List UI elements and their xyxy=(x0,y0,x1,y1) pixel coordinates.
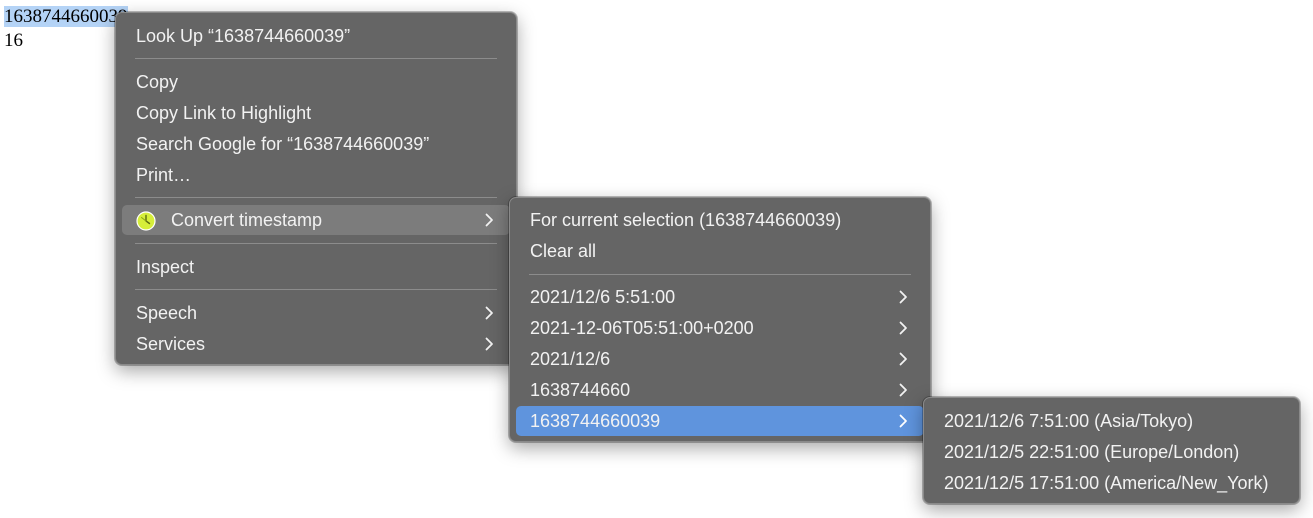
menu-item-label: Search Google for “1638744660039” xyxy=(136,134,430,154)
menu-item-timezone-new-york[interactable]: 2021/12/5 17:51:00 (America/New_York) xyxy=(930,468,1293,498)
menu-item-label: Clear all xyxy=(530,241,597,261)
menu-item-timezone-london[interactable]: 2021/12/5 22:51:00 (Europe/London) xyxy=(930,437,1293,467)
menu-separator xyxy=(135,197,497,198)
menu-item-format-local-datetime[interactable]: 2021/12/6 5:51:00 xyxy=(516,282,924,312)
chevron-right-icon xyxy=(898,406,910,436)
menu-item-format-unix-milliseconds[interactable]: 1638744660039 xyxy=(516,406,924,436)
menu-item-label: 1638744660039 xyxy=(530,411,661,431)
menu-item-copy-link-to-highlight[interactable]: Copy Link to Highlight xyxy=(122,98,510,128)
menu-item-copy[interactable]: Copy xyxy=(122,67,510,97)
menu-item-label: 2021-12-06T05:51:00+0200 xyxy=(530,318,754,338)
chevron-right-icon xyxy=(484,298,496,328)
page-text-line-2: 16 xyxy=(4,30,23,51)
menu-item-convert-timestamp[interactable]: Convert timestamp xyxy=(122,205,510,235)
menu-item-clear-all[interactable]: Clear all xyxy=(516,236,924,266)
menu-item-services[interactable]: Services xyxy=(122,329,510,359)
menu-item-label: 2021/12/6 xyxy=(530,349,611,369)
chevron-right-icon xyxy=(898,313,910,343)
menu-item-timezone-tokyo[interactable]: 2021/12/6 7:51:00 (Asia/Tokyo) xyxy=(930,406,1293,436)
menu-item-label: 2021/12/5 22:51:00 (Europe/London) xyxy=(944,442,1240,462)
convert-timestamp-submenu: For current selection (1638744660039) Cl… xyxy=(509,197,931,442)
page-text-line-1: 1638744660039 xyxy=(4,6,128,28)
chevron-right-icon xyxy=(898,344,910,374)
menu-item-format-date[interactable]: 2021/12/6 xyxy=(516,344,924,374)
context-menu: Look Up “1638744660039” Copy Copy Link t… xyxy=(115,12,517,365)
menu-separator xyxy=(135,58,497,59)
menu-item-search-google[interactable]: Search Google for “1638744660039” xyxy=(122,129,510,159)
menu-item-label: Copy Link to Highlight xyxy=(136,103,312,123)
menu-item-label: Copy xyxy=(136,72,179,92)
menu-separator xyxy=(135,289,497,290)
chevron-right-icon xyxy=(484,329,496,359)
chevron-right-icon xyxy=(898,375,910,405)
menu-item-label: For current selection (1638744660039) xyxy=(530,210,842,230)
menu-separator xyxy=(529,274,911,275)
menu-item-label: Look Up “1638744660039” xyxy=(136,26,351,46)
timezone-submenu: 2021/12/6 7:51:00 (Asia/Tokyo) 2021/12/5… xyxy=(923,397,1300,504)
selected-timestamp-text[interactable]: 1638744660039 xyxy=(4,6,128,27)
menu-item-format-unix-seconds[interactable]: 1638744660 xyxy=(516,375,924,405)
menu-item-print[interactable]: Print… xyxy=(122,160,510,190)
menu-item-inspect[interactable]: Inspect xyxy=(122,252,510,282)
menu-item-speech[interactable]: Speech xyxy=(122,298,510,328)
menu-item-label: 2021/12/6 7:51:00 (Asia/Tokyo) xyxy=(944,411,1194,431)
menu-item-label: 2021/12/6 5:51:00 xyxy=(530,287,676,307)
menu-separator xyxy=(135,243,497,244)
menu-item-for-current-selection[interactable]: For current selection (1638744660039) xyxy=(516,205,924,235)
menu-item-label: Print… xyxy=(136,165,192,185)
menu-item-label: 1638744660 xyxy=(530,380,631,400)
menu-item-label: Speech xyxy=(136,303,198,323)
chevron-right-icon xyxy=(898,282,910,312)
menu-item-label: Inspect xyxy=(136,257,195,277)
menu-item-format-iso[interactable]: 2021-12-06T05:51:00+0200 xyxy=(516,313,924,343)
menu-item-label: Convert timestamp xyxy=(171,210,323,230)
menu-item-label: Services xyxy=(136,334,206,354)
chevron-right-icon xyxy=(484,205,496,235)
menu-item-label: 2021/12/5 17:51:00 (America/New_York) xyxy=(944,473,1269,493)
clock-extension-icon xyxy=(136,210,156,231)
menu-item-look-up[interactable]: Look Up “1638744660039” xyxy=(122,21,510,51)
